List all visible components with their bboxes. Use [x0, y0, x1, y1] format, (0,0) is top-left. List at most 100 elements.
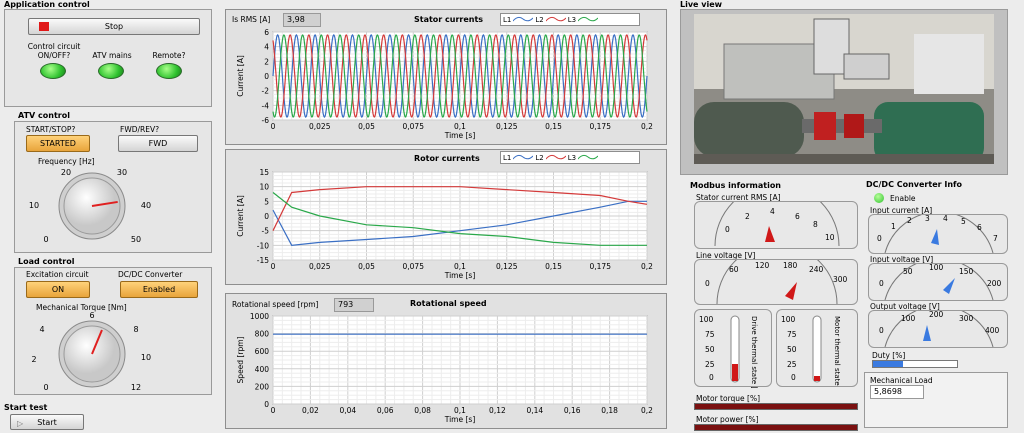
x-axis-label: Time [s]	[444, 131, 476, 140]
frequency-knob[interactable]: 0 10 20 30 40 50	[24, 164, 154, 246]
y-tick-label: -6	[262, 116, 270, 125]
ic-tick-3: 3	[925, 215, 930, 223]
mt-tick-50: 50	[787, 345, 797, 354]
start-button[interactable]: ▷ Start	[10, 414, 84, 430]
dcdc-enabled-button[interactable]: Enabled	[120, 281, 198, 298]
input-voltage-needle	[943, 278, 955, 294]
torque-tick-8: 8	[133, 325, 138, 334]
stator-chart-title: Stator currents	[414, 15, 484, 24]
torque-knob[interactable]: 0 2 4 6 8 10 12	[24, 310, 154, 392]
dt-tick-75: 75	[705, 330, 715, 339]
y-tick-label: 5	[264, 197, 269, 206]
x-axis-label: Time [s]	[444, 415, 476, 424]
mt-tick-100: 100	[781, 315, 796, 324]
mechanical-load-value: 5,8698	[870, 385, 924, 399]
fwd-rev-label: FWD/REV?	[120, 125, 160, 134]
y-tick-label: -4	[262, 101, 270, 110]
rotor-legend-l1: L1	[503, 153, 512, 162]
section-title-application: Application control	[4, 0, 90, 9]
excitation-label: Excitation circuit	[26, 270, 89, 279]
sr-tick-10: 10	[825, 233, 835, 242]
motor-torque-bar	[694, 403, 858, 410]
x-tick-label: 0,2	[641, 406, 653, 415]
sr-tick-6: 6	[795, 212, 800, 221]
input-current-needle	[931, 229, 939, 245]
modbus-title: Modbus information	[690, 181, 782, 190]
y-tick-label: 6	[264, 28, 269, 37]
dt-tick-100: 100	[699, 315, 714, 324]
output-voltage-needle	[923, 325, 931, 341]
ic-tick-0: 0	[877, 234, 882, 243]
y-tick-label: 0	[264, 212, 269, 221]
input-current-dial: 0 1 2 3 4 5 6 7	[877, 211, 998, 254]
ic-tick-6: 6	[977, 223, 982, 232]
iv-tick-200: 200	[987, 279, 1002, 288]
freq-tick-20: 20	[61, 168, 71, 177]
line-voltage-gauge: 0 60 120 180 240 300	[694, 243, 858, 305]
input-current-gauge: 0 1 2 3 4 5 6 7	[868, 211, 1008, 254]
x-tick-label: 0,16	[564, 406, 581, 415]
y-tick-label: -2	[262, 87, 270, 96]
rotor-legend-l2-swatch	[545, 154, 566, 160]
ov-tick-0: 0	[879, 326, 884, 335]
fwd-button[interactable]: FWD	[118, 135, 198, 152]
ic-tick-2: 2	[907, 216, 912, 225]
line-voltage-dial: 0 60 120 180 240 300	[705, 243, 848, 305]
control-circuit-led[interactable]	[40, 63, 66, 79]
x-tick-label: 0,15	[545, 262, 562, 271]
rotor-chart-title: Rotor currents	[414, 154, 480, 163]
play-icon: ▷	[17, 419, 24, 428]
input-voltage-dial: 0 50 100 150 200	[879, 258, 1002, 301]
lv-tick-0: 0	[705, 279, 710, 288]
x-tick-label: 0,08	[414, 406, 431, 415]
speed-chart-title: Rotational speed	[410, 299, 487, 308]
torque-tick-2: 2	[31, 355, 36, 364]
y-tick-label: 4	[264, 43, 269, 52]
sr-tick-0: 0	[725, 225, 730, 234]
y-axis-label: Speed [rpm]	[236, 336, 245, 383]
x-tick-label: 0,18	[601, 406, 618, 415]
rotor-legend-l2: L2	[535, 153, 544, 162]
motor-thermal-fill	[814, 376, 820, 381]
iv-tick-0: 0	[879, 279, 884, 288]
y-tick-label: -5	[262, 227, 270, 236]
output-voltage-gauge: 0 100 200 300 400	[868, 305, 1008, 348]
freq-tick-40: 40	[141, 201, 151, 210]
x-tick-label: 0,125	[496, 122, 518, 131]
rotor-legend: L1 L2 L3	[500, 151, 640, 164]
excitation-on-button[interactable]: ON	[26, 281, 90, 298]
start-label: Start	[37, 418, 57, 427]
mt-tick-0: 0	[791, 373, 796, 382]
sr-tick-8: 8	[813, 220, 818, 229]
x-tick-label: 0,025	[309, 122, 331, 131]
sr-tick-4: 4	[770, 207, 775, 216]
lv-tick-120: 120	[755, 261, 770, 270]
freq-tick-10: 10	[29, 201, 39, 210]
y-axis-label: Current [A]	[236, 55, 245, 97]
x-tick-label: 0,2	[641, 122, 653, 131]
output-voltage-dial: 0 100 200 300 400	[879, 305, 1000, 348]
enable-led[interactable]	[874, 193, 884, 203]
legend-l3-swatch	[578, 16, 599, 22]
started-button[interactable]: STARTED	[26, 135, 90, 152]
motor-thermal-thermometer: 100 75 50 25 0 Motor thermal state [%]	[781, 315, 841, 400]
atv-mains-led[interactable]	[98, 63, 124, 79]
remote-label: Remote?	[152, 51, 186, 60]
x-tick-label: 0,075	[403, 122, 425, 131]
iv-tick-50: 50	[903, 267, 913, 276]
y-tick-label: 1000	[250, 312, 269, 321]
stator-legend: L1 L2 L3	[500, 13, 640, 26]
y-tick-label: 15	[259, 168, 269, 177]
y-tick-label: 600	[255, 347, 270, 356]
control-circuit-label: Control circuit ON/OFF?	[27, 42, 81, 60]
stator-rms-gauge: 0 2 4 6 8 10	[694, 183, 858, 249]
is-rms-label: Is RMS [A]	[232, 15, 271, 24]
x-tick-label: 0	[271, 406, 276, 415]
remote-led[interactable]	[156, 63, 182, 79]
iv-tick-150: 150	[959, 267, 974, 276]
torque-tick-12: 12	[131, 383, 141, 392]
stop-button[interactable]: Stop	[28, 18, 200, 35]
x-tick-label: 0,1	[454, 262, 466, 271]
y-axis-label: Current [A]	[236, 195, 245, 237]
lv-tick-300: 300	[833, 275, 848, 284]
